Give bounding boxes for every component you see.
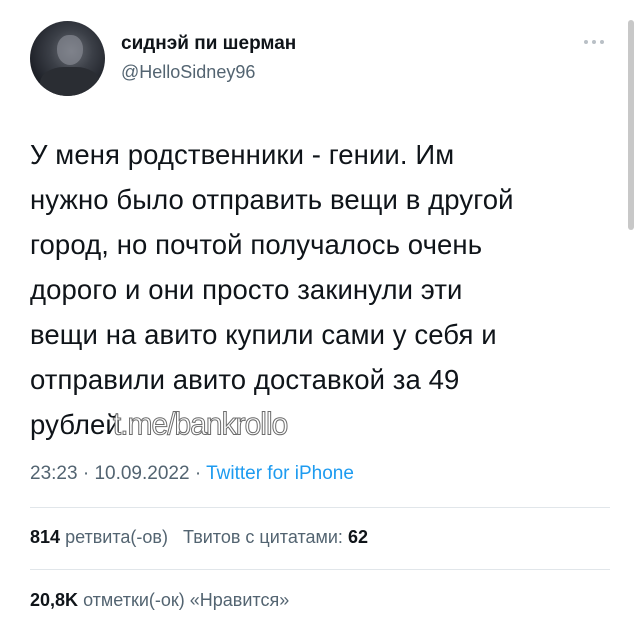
tweet-line: У меня родственники - гении. Им [30,139,455,170]
tweet-line: вещи на авито купили сами у себя и [30,319,497,350]
likes-label: отметки(-ок) «Нравится» [83,590,290,610]
tweet-line: город, но почтой получалось очень [30,229,483,260]
quotes-link[interactable]: Твитов с цитатами: 62 [183,527,368,547]
tweet-source-link[interactable]: Twitter for iPhone [206,463,354,484]
tweet-line: дорого и они просто закинули эти [30,274,463,305]
quotes-count: 62 [347,527,368,547]
tweet-text: У меня родственники - гении. Им нужно бы… [30,132,610,447]
retweet-stats: 814 ретвита(-ов) Твитов с цитатами: 62 [30,527,368,548]
retweets-count: 814 [30,527,61,547]
likes-count: 20,8K [30,590,79,610]
avatar-head-shape [57,35,83,65]
avatar[interactable] [30,21,105,96]
like-stats[interactable]: 20,8K отметки(-ок) «Нравится» [30,590,289,611]
tweet-line: отправили авито доставкой за 49 [30,364,460,395]
retweets-label: ретвита(-ов) [65,527,168,547]
tweet-meta: 23:23 · 10.09.2022 · Twitter for iPhone [30,463,354,485]
meta-separator: · [82,463,90,484]
divider [30,507,610,508]
more-horizontal-icon[interactable] [580,36,608,48]
tweet-line-last: рублейt.me/bankrollo [30,402,610,447]
watermark-text: t.me/bankrollo [112,407,288,443]
divider [30,569,610,570]
tweet-time[interactable]: 23:23 [30,463,78,484]
quotes-label: Твитов с цитатами: [182,527,343,547]
meta-separator: · [194,463,202,484]
avatar-body-shape [40,67,100,96]
tweet-line: нужно было отправить вещи в другой [30,184,514,215]
scrollbar[interactable] [628,20,634,230]
retweets-link[interactable]: 814 ретвита(-ов) [30,527,168,547]
author-handle[interactable]: @HelloSidney96 [121,62,255,83]
author-display-name[interactable]: сиднэй пи шерман [121,33,296,55]
tweet-date[interactable]: 10.09.2022 [94,463,189,484]
tweet-line: рублей [30,409,121,440]
